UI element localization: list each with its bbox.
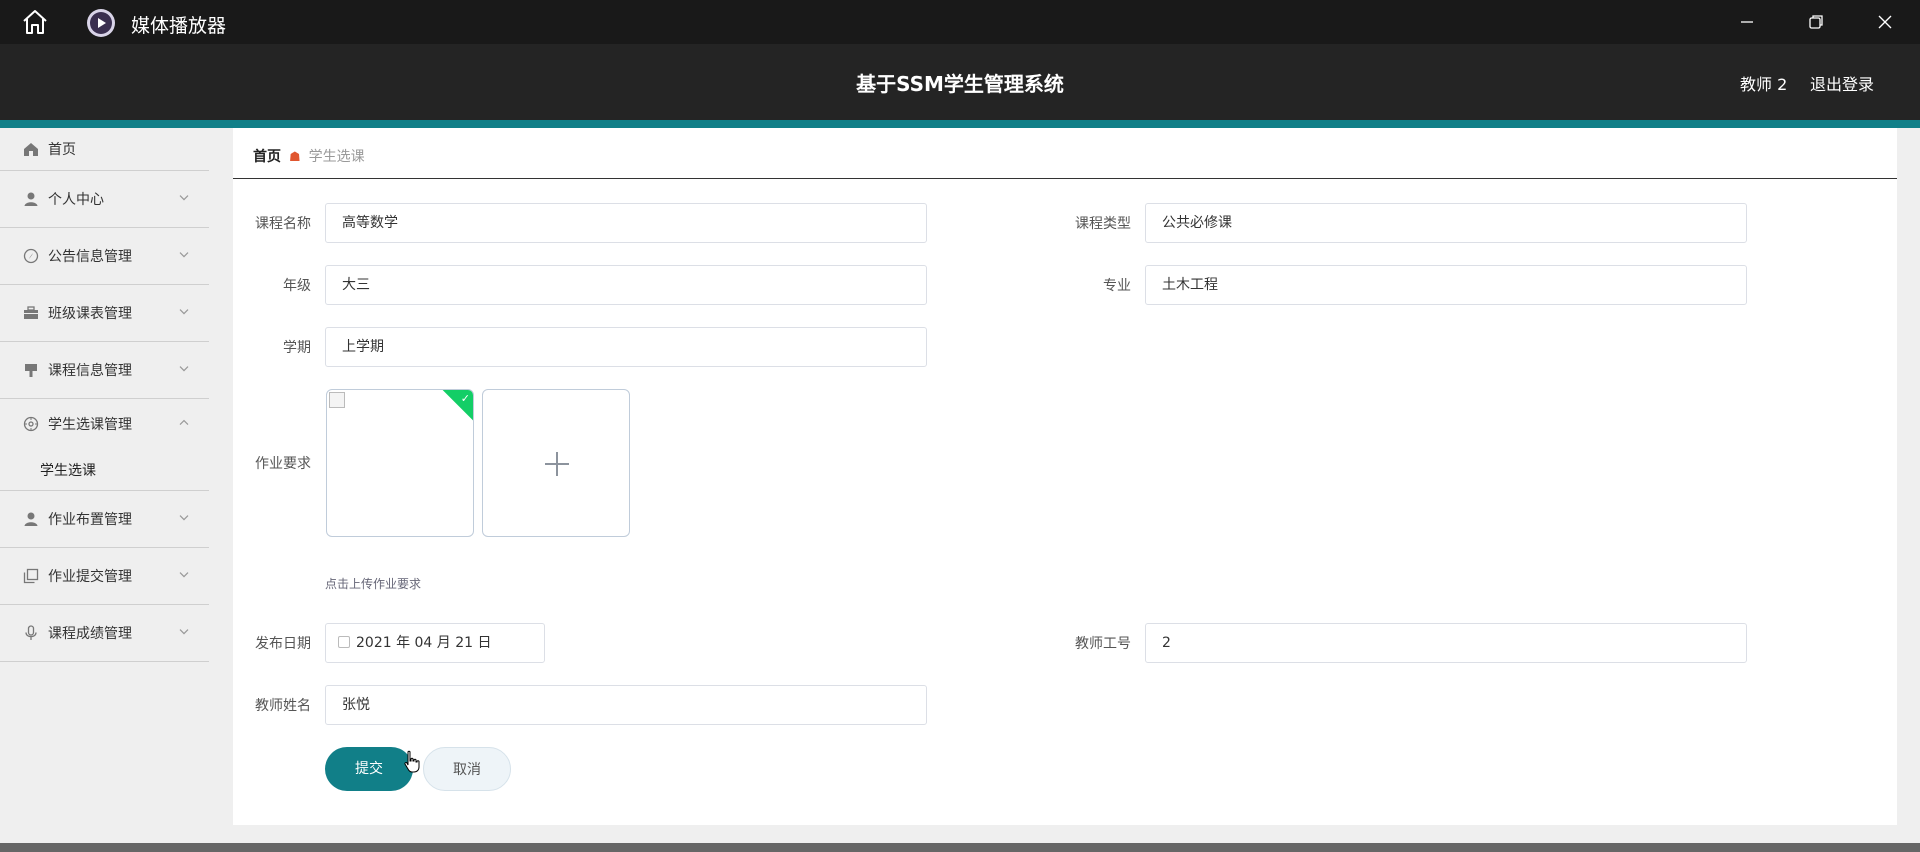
teacher-id-label: 教师工号 xyxy=(1075,636,1131,652)
close-icon[interactable] xyxy=(1873,10,1897,34)
microphone-icon xyxy=(25,625,37,640)
major-input[interactable]: 土木工程 xyxy=(1145,265,1747,305)
uploaded-image-thumbnail[interactable]: ✓ xyxy=(326,389,474,537)
breadcrumb-current: 学生选课 xyxy=(308,149,365,165)
sidebar-item-course-grades[interactable]: 课程成绩管理 xyxy=(0,605,209,662)
sidebar-item-homework-submission[interactable]: 作业提交管理 xyxy=(0,548,209,605)
grade-input[interactable]: 大三 xyxy=(325,265,927,305)
broken-image-icon xyxy=(329,392,345,408)
breadcrumb-divider xyxy=(233,178,1897,179)
window-titlebar: 媒体播放器 xyxy=(0,0,1920,44)
briefcase-icon xyxy=(24,306,38,319)
sidebar-item-homework-assignment[interactable]: 作业布置管理 xyxy=(0,491,209,548)
minimize-icon[interactable] xyxy=(1735,10,1759,34)
publish-date-value: 2021 年 04 月 21 日 xyxy=(356,635,492,651)
logout-button[interactable]: 退出登录 xyxy=(1810,71,1874,95)
compass-icon xyxy=(23,248,39,264)
teacher-id-input[interactable]: 2 xyxy=(1145,623,1747,663)
current-user: 教师 2 xyxy=(1740,75,1788,94)
sidebar-item-label: 作业提交管理 xyxy=(48,569,132,585)
sidebar-item-label: 个人中心 xyxy=(48,192,104,208)
sidebar-item-label: 课程信息管理 xyxy=(48,363,132,379)
teacher-name-input[interactable]: 张悦 xyxy=(325,685,927,725)
accent-bar xyxy=(0,120,1920,128)
course-name-label: 课程名称 xyxy=(255,216,311,232)
home-icon xyxy=(24,143,38,156)
chevron-down-icon xyxy=(179,309,189,315)
course-type-label: 课程类型 xyxy=(1075,216,1131,232)
check-icon: ✓ xyxy=(460,392,470,405)
chevron-down-icon xyxy=(179,629,189,635)
semester-input[interactable]: 上学期 xyxy=(325,327,927,367)
user-icon xyxy=(24,192,38,206)
breadcrumb-separator-icon: ☗ xyxy=(289,150,301,165)
chevron-down-icon xyxy=(179,572,189,578)
app-header: 基于SSM学生管理系统 教师 2 退出登录 xyxy=(0,44,1920,120)
bottom-strip xyxy=(0,843,1920,852)
publish-date-picker[interactable]: 2021 年 04 月 21 日 xyxy=(325,623,545,663)
app-title: 媒体播放器 xyxy=(131,15,227,37)
mouse-cursor-icon xyxy=(404,750,420,773)
sidebar-item-label: 课程成绩管理 xyxy=(48,626,132,642)
sidebar-subitem-student-selection[interactable]: 学生选课 xyxy=(0,449,209,491)
sidebar-item-label: 作业布置管理 xyxy=(48,512,132,528)
course-type-input[interactable]: 公共必修课 xyxy=(1145,203,1747,243)
cancel-button[interactable]: 取消 xyxy=(423,747,511,791)
sidebar-item-home[interactable]: 首页 xyxy=(0,128,209,171)
sidebar-subitem-label: 学生选课 xyxy=(40,462,96,479)
chevron-down-icon xyxy=(179,195,189,201)
calendar-icon xyxy=(338,636,350,648)
homework-label: 作业要求 xyxy=(255,456,311,472)
sidebar-item-class-schedule[interactable]: 班级课表管理 xyxy=(0,285,209,342)
sidebar-item-course-info[interactable]: 课程信息管理 xyxy=(0,342,209,399)
brush-icon xyxy=(25,364,37,377)
semester-label: 学期 xyxy=(283,340,311,356)
sidebar-item-label: 首页 xyxy=(48,142,76,158)
chevron-up-icon xyxy=(179,419,189,426)
chevron-down-icon xyxy=(179,366,189,372)
app-logo-icon xyxy=(87,9,115,37)
system-title: 基于SSM学生管理系统 xyxy=(856,72,1064,96)
sidebar-item-label: 班级课表管理 xyxy=(48,306,132,322)
sidebar-item-personal-center[interactable]: 个人中心 xyxy=(0,171,209,228)
chevron-down-icon xyxy=(179,515,189,521)
breadcrumb-home[interactable]: 首页 xyxy=(253,149,281,165)
chevron-down-icon xyxy=(179,252,189,258)
sidebar-item-label: 学生选课管理 xyxy=(48,417,132,433)
publish-date-label: 发布日期 xyxy=(255,636,311,652)
home-icon[interactable] xyxy=(20,9,50,35)
upload-add-button[interactable] xyxy=(482,389,630,537)
target-icon xyxy=(23,416,39,432)
course-name-input[interactable]: 高等数学 xyxy=(325,203,927,243)
sidebar-item-announcements[interactable]: 公告信息管理 xyxy=(0,228,209,285)
sidebar-item-label: 公告信息管理 xyxy=(48,249,132,265)
upload-tip: 点击上传作业要求 xyxy=(325,577,422,591)
grade-label: 年级 xyxy=(283,278,311,294)
sidebar: 首页 个人中心 公告信息管理 班级课表管理 课程信息管理 学生选课管理 学生选课… xyxy=(0,128,209,852)
sidebar-item-course-selection[interactable]: 学生选课管理 xyxy=(0,399,209,449)
main-panel: 首页 ☗ 学生选课 课程名称 高等数学 课程类型 公共必修课 年级 大三 专业 土木… xyxy=(233,128,1897,825)
user-icon xyxy=(24,512,38,526)
submit-button[interactable]: 提交 xyxy=(325,747,413,791)
maximize-icon[interactable] xyxy=(1804,10,1828,34)
copy-icon xyxy=(23,568,39,584)
major-label: 专业 xyxy=(1103,278,1131,294)
teacher-name-label: 教师姓名 xyxy=(255,698,311,714)
breadcrumb: 首页 ☗ 学生选课 xyxy=(253,146,365,166)
